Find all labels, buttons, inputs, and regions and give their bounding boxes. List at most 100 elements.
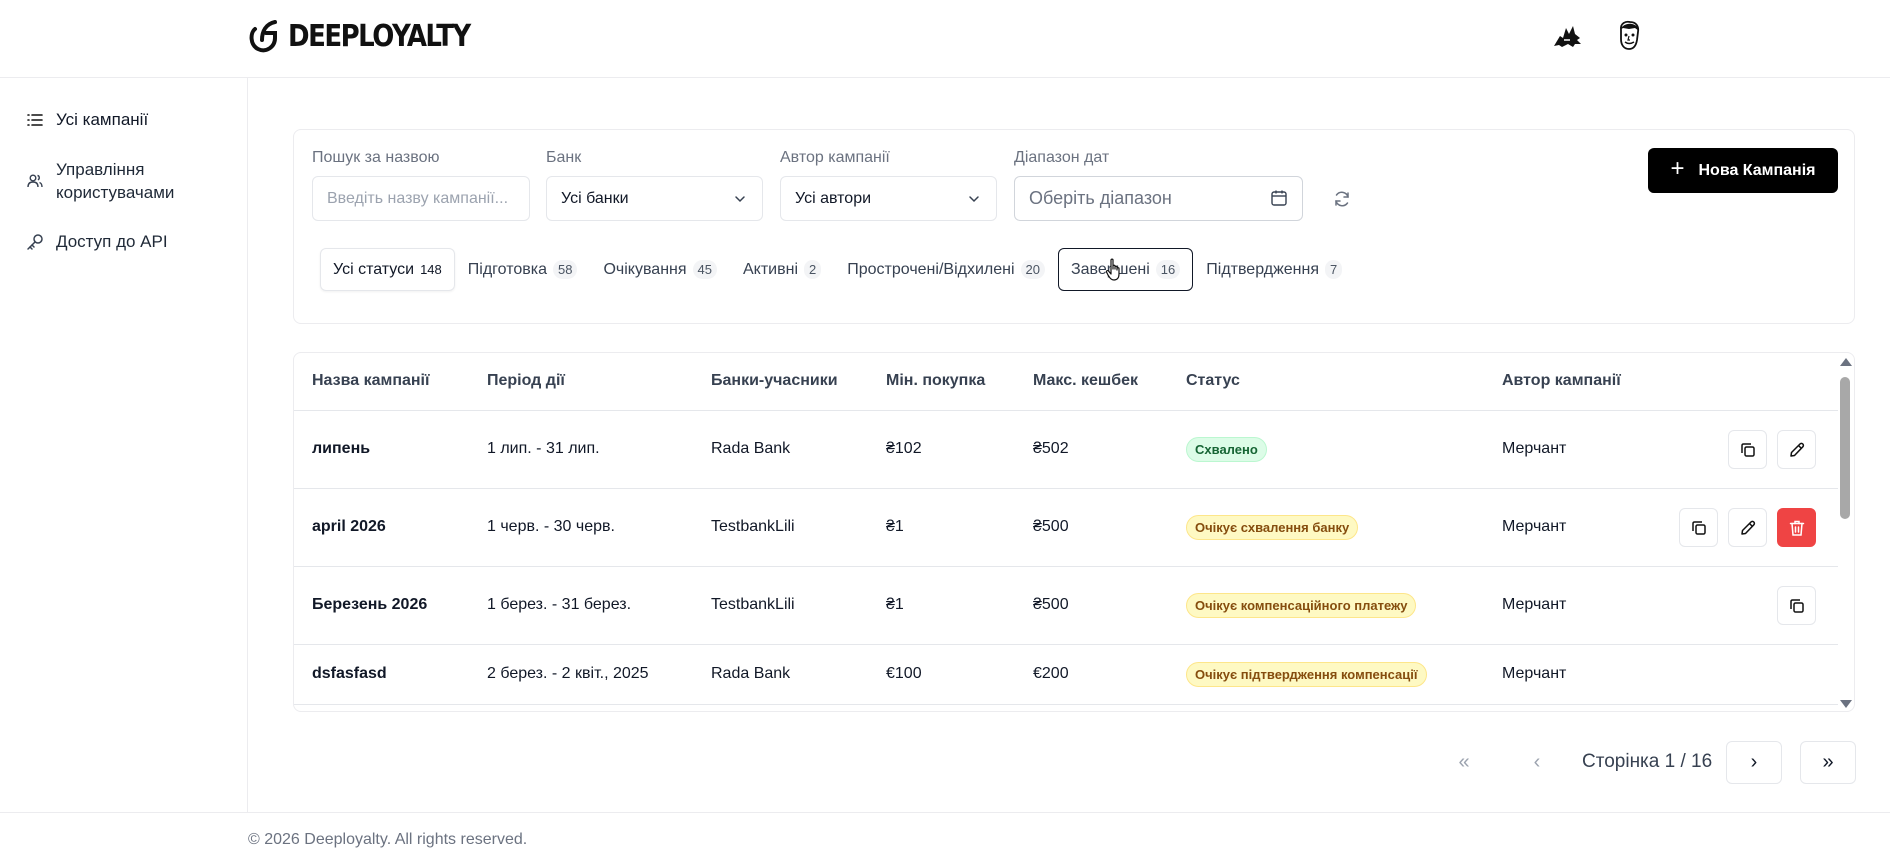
campaign-name: липень	[312, 440, 371, 457]
column-header-min-purchase[interactable]: Мін. покупка	[886, 372, 985, 390]
brand-mark-icon	[249, 20, 277, 53]
sidebar-item-label: Усі кампанії	[56, 110, 149, 129]
tab-all-statuses[interactable]: Усі статуси 148	[320, 248, 455, 291]
page-indicator: Сторінка 1 / 16	[1582, 751, 1713, 772]
chevron-down-icon	[735, 196, 745, 203]
tab-count: 45	[692, 260, 717, 279]
column-header-name[interactable]: Назва кампанії	[312, 372, 429, 390]
tab-label: Прострочені/Відхилені	[847, 260, 1015, 278]
column-header-max-cashback[interactable]: Макс. кешбек	[1033, 372, 1138, 390]
table-row[interactable]: липень 1 лип. - 31 лип. Rada Bank ₴102 ₴…	[294, 411, 1838, 489]
new-campaign-button[interactable]: + Нова Кампанія	[1648, 148, 1838, 193]
campaign-name: april 2026	[312, 518, 386, 535]
next-page-button[interactable]: ›	[1726, 741, 1782, 784]
table-scrollbar[interactable]	[1836, 353, 1854, 711]
sidebar-item-label: Управління користувачами	[56, 160, 175, 202]
sidebar-item-api-access[interactable]: Доступ до API	[26, 230, 168, 253]
campaign-min-purchase: €100	[886, 665, 922, 682]
date-range-label: Діапазон дат	[1014, 149, 1110, 166]
search-placeholder: Введіть назву кампанії...	[327, 189, 509, 207]
trash-icon	[1789, 520, 1804, 536]
brand-name: DEEPLOYALTY	[288, 19, 471, 55]
user-avatar-icon[interactable]	[1611, 18, 1647, 54]
tab-active[interactable]: Активні 2	[730, 248, 834, 291]
tab-label: Усі статуси	[333, 260, 415, 278]
new-campaign-label: Нова Кампанія	[1698, 161, 1816, 179]
table-row[interactable]: dsfasfasd 2 берез. - 2 квіт., 2025 Rada …	[294, 645, 1838, 705]
status-badge: Схвалено	[1186, 437, 1267, 462]
table-row[interactable]: Березень 2026 1 берез. - 31 берез. Testb…	[294, 567, 1838, 645]
sidebar-item-user-management[interactable]: Управління користувачами	[26, 158, 196, 204]
column-header-status[interactable]: Статус	[1186, 372, 1240, 390]
campaign-max-cashback: ₴500	[1033, 596, 1069, 613]
author-select[interactable]: Усі автори	[780, 176, 997, 221]
edit-icon	[1789, 442, 1804, 457]
tab-label: Підтвердження	[1206, 260, 1320, 278]
prev-page-button[interactable]: ‹	[1509, 741, 1565, 784]
delete-button[interactable]	[1777, 508, 1816, 547]
campaign-period: 1 черв. - 30 черв.	[487, 518, 615, 535]
edit-button[interactable]	[1728, 508, 1767, 547]
campaign-banks: Rada Bank	[711, 440, 791, 457]
plus-icon: +	[1670, 155, 1685, 182]
top-header: DEEPLOYALTY	[0, 0, 1890, 78]
scroll-up-arrow[interactable]	[1840, 358, 1852, 366]
copy-icon	[1691, 520, 1706, 535]
last-page-button[interactable]: »	[1800, 741, 1856, 784]
search-label: Пошук за назвою	[312, 149, 440, 166]
column-header-author[interactable]: Автор кампанії	[1502, 372, 1621, 390]
chevron-down-icon	[969, 196, 979, 203]
bank-select[interactable]: Усі банки	[546, 176, 763, 221]
campaign-max-cashback: ₴502	[1033, 440, 1069, 457]
campaign-period: 2 берез. - 2 квіт., 2025	[487, 665, 649, 682]
scroll-down-arrow[interactable]	[1840, 700, 1852, 708]
copy-icon	[1789, 598, 1804, 613]
tab-preparation[interactable]: Підготовка 58	[455, 248, 591, 291]
copy-button[interactable]	[1679, 508, 1718, 547]
scrollbar-thumb[interactable]	[1840, 377, 1850, 519]
date-range-picker[interactable]: Оберіть діапазон	[1014, 176, 1303, 221]
campaigns-table: Назва кампанії Період дії Банки-учасники…	[293, 352, 1855, 712]
tab-label: Очікування	[603, 260, 687, 278]
bank-filter-label: Банк	[546, 149, 582, 166]
tab-completed[interactable]: Завершені 16	[1057, 248, 1194, 291]
hand-cursor-icon	[1105, 258, 1120, 281]
bank-logo-icon[interactable]	[1549, 18, 1585, 54]
tab-label: Активні	[743, 260, 799, 278]
campaign-author: Мерчант	[1502, 518, 1567, 535]
campaign-min-purchase: ₴1	[886, 518, 904, 535]
edit-button[interactable]	[1777, 430, 1816, 469]
sidebar-item-label: Доступ до API	[56, 232, 168, 251]
column-header-banks[interactable]: Банки-учасники	[711, 372, 838, 390]
campaign-max-cashback: ₴500	[1033, 518, 1069, 535]
list-icon	[26, 111, 44, 129]
tab-count: 7	[1325, 260, 1343, 279]
brand-logo[interactable]: DEEPLOYALTY	[248, 17, 471, 57]
sidebar-item-all-campaigns[interactable]: Усі кампанії	[26, 108, 148, 131]
tab-count: 20	[1020, 260, 1045, 279]
copy-button[interactable]	[1728, 430, 1767, 469]
tab-expired-rejected[interactable]: Прострочені/Відхилені 20	[834, 248, 1058, 291]
campaign-name: dsfasfasd	[312, 665, 387, 682]
status-tabs: Усі статуси 148 Підготовка 58 Очікування…	[320, 247, 1355, 292]
calendar-icon	[1271, 190, 1287, 206]
date-range-placeholder: Оберіть діапазон	[1029, 188, 1172, 208]
tab-pending[interactable]: Очікування 45	[590, 248, 730, 291]
column-header-period[interactable]: Період дії	[487, 372, 565, 390]
copy-button[interactable]	[1777, 586, 1816, 625]
search-input[interactable]: Введіть назву кампанії...	[312, 176, 530, 221]
tab-confirmation[interactable]: Підтвердження 7	[1193, 248, 1355, 291]
campaign-author: Мерчант	[1502, 596, 1567, 613]
tab-count: 58	[552, 260, 578, 279]
tab-count: 16	[1155, 260, 1181, 279]
table-row[interactable]: april 2026 1 черв. - 30 черв. TestbankLi…	[294, 489, 1838, 567]
author-select-value: Усі автори	[795, 189, 872, 207]
refresh-icon	[1335, 191, 1349, 207]
campaign-name: Березень 2026	[312, 596, 428, 613]
copyright-text: © 2026 Deeployalty. All rights reserved.	[248, 831, 528, 848]
status-badge: Очікує схвалення банку	[1186, 515, 1359, 540]
first-page-button[interactable]: «	[1436, 741, 1492, 784]
users-icon	[26, 172, 44, 190]
refresh-button[interactable]	[1329, 186, 1355, 212]
campaign-period: 1 лип. - 31 лип.	[487, 440, 600, 457]
